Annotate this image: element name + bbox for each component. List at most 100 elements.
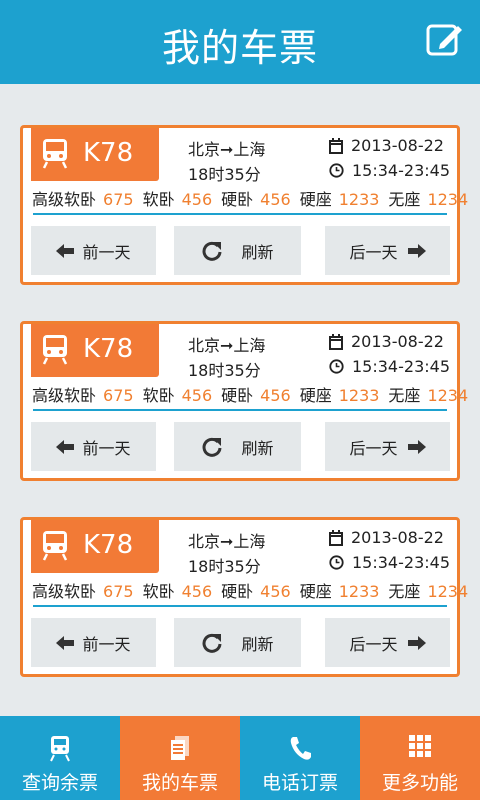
seat-count: 1233 [338,190,380,209]
seat-label: 无座 [388,386,421,405]
route-from: 北京 [188,532,221,551]
seat-count: 675 [103,190,134,209]
seat-label: 无座 [388,582,421,601]
calendar-icon [329,137,343,154]
tab-my-tickets[interactable]: 我的车票 [120,716,240,800]
arrow-right-icon [407,635,426,650]
prev-day-button[interactable]: 前一天 [31,422,156,471]
arrow-right-icon: ➞ [220,336,234,355]
seat-label: 高级软卧 [32,582,97,601]
refresh-button[interactable]: 刷新 [174,618,301,667]
train-number: K78 [83,530,134,560]
seat-count: 1233 [338,582,380,601]
seat-count: 1233 [338,386,380,405]
prev-day-button[interactable]: 前一天 [31,226,156,275]
arrow-right-icon [407,439,426,454]
arrow-right-icon: ➞ [220,140,234,159]
date-row: 2013-08-22 [329,528,444,547]
train-icon [41,333,69,365]
next-day-button[interactable]: 后一天 [325,226,450,275]
train-number-tag: K78 [31,520,159,573]
travel-time: 15:34-23:45 [352,357,450,376]
seat-count: 456 [260,582,291,601]
seat-availability: 高级软卧 675 软卧 456 硬卧 456 硬座 1233 无座 1234 [32,186,477,210]
seat-availability: 高级软卧 675 软卧 456 硬卧 456 硬座 1233 无座 1234 [32,382,477,406]
ticket-card: K78 北京➞上海 18时35分 2013-08-22 15:34-23:45 … [20,517,468,677]
clock-icon [329,163,344,178]
time-row: 15:34-23:45 [329,357,450,376]
next-day-label: 后一天 [349,438,398,458]
next-day-button[interactable]: 后一天 [325,422,450,471]
next-day-button[interactable]: 后一天 [325,618,450,667]
route-to: 上海 [233,336,266,355]
travel-date: 2013-08-22 [351,136,444,155]
seat-label: 高级软卧 [32,190,97,209]
seat-label: 硬座 [299,190,332,209]
arrow-left-icon [56,635,75,650]
calendar-icon [329,529,343,546]
seat-count: 675 [103,582,134,601]
train-number: K78 [83,138,134,168]
train-number: K78 [83,334,134,364]
train-icon [41,137,69,169]
travel-time: 15:34-23:45 [352,553,450,572]
header-bar: 我的车票 [0,0,480,84]
tab-phone-booking[interactable]: 电话订票 [240,716,360,800]
seat-count: 1234 [427,190,469,209]
prev-day-label: 前一天 [82,634,131,654]
seat-count: 456 [260,190,291,209]
prev-day-label: 前一天 [82,438,131,458]
bottom-tab-bar: 查询余票 我的车票 电话订票 更多功能 [0,716,480,800]
route-to: 上海 [233,140,266,159]
train-icon [49,734,71,766]
prev-day-button[interactable]: 前一天 [31,618,156,667]
seat-label: 软卧 [142,582,175,601]
seat-label: 无座 [388,190,421,209]
date-row: 2013-08-22 [329,136,444,155]
route-from: 北京 [188,336,221,355]
seat-count: 456 [181,190,213,209]
seat-label: 硬卧 [221,190,254,209]
route-from: 北京 [188,140,221,159]
seat-count: 1234 [427,386,469,405]
time-row: 15:34-23:45 [329,161,450,180]
arrow-left-icon [56,439,75,454]
calendar-icon [329,333,343,350]
refresh-label: 刷新 [241,242,274,262]
next-day-label: 后一天 [349,242,398,262]
ticket-card: K78 北京➞上海 18时35分 2013-08-22 15:34-23:45 … [20,321,468,481]
route: 北京➞上海 [188,136,265,160]
refresh-icon [203,241,222,261]
divider [33,605,447,607]
clock-icon [329,359,344,374]
seat-count: 675 [103,386,134,405]
refresh-icon [203,437,222,457]
tab-label: 我的车票 [141,772,218,794]
tab-query-tickets[interactable]: 查询余票 [0,716,120,800]
train-icon [41,529,69,561]
route-to: 上海 [233,532,266,551]
seat-label: 硬座 [299,386,332,405]
seat-label: 软卧 [142,190,175,209]
arrow-left-icon [56,243,75,258]
seat-label: 软卧 [142,386,175,405]
duration: 18时35分 [188,557,261,576]
travel-date: 2013-08-22 [351,332,444,351]
edit-icon[interactable] [424,20,464,60]
refresh-button[interactable]: 刷新 [174,226,301,275]
divider [33,409,447,411]
arrow-right-icon [407,243,426,258]
train-number-tag: K78 [31,324,159,377]
document-icon [169,734,191,766]
clock-icon [329,555,344,570]
tab-label: 查询余票 [21,772,98,794]
seat-count: 1234 [427,582,469,601]
refresh-icon [203,633,222,653]
date-row: 2013-08-22 [329,332,444,351]
refresh-button[interactable]: 刷新 [174,422,301,471]
page-title: 我的车票 [161,26,318,70]
seat-label: 硬卧 [221,386,254,405]
route: 北京➞上海 [188,528,265,552]
tab-more-features[interactable]: 更多功能 [360,716,480,800]
duration: 18时35分 [188,361,261,380]
